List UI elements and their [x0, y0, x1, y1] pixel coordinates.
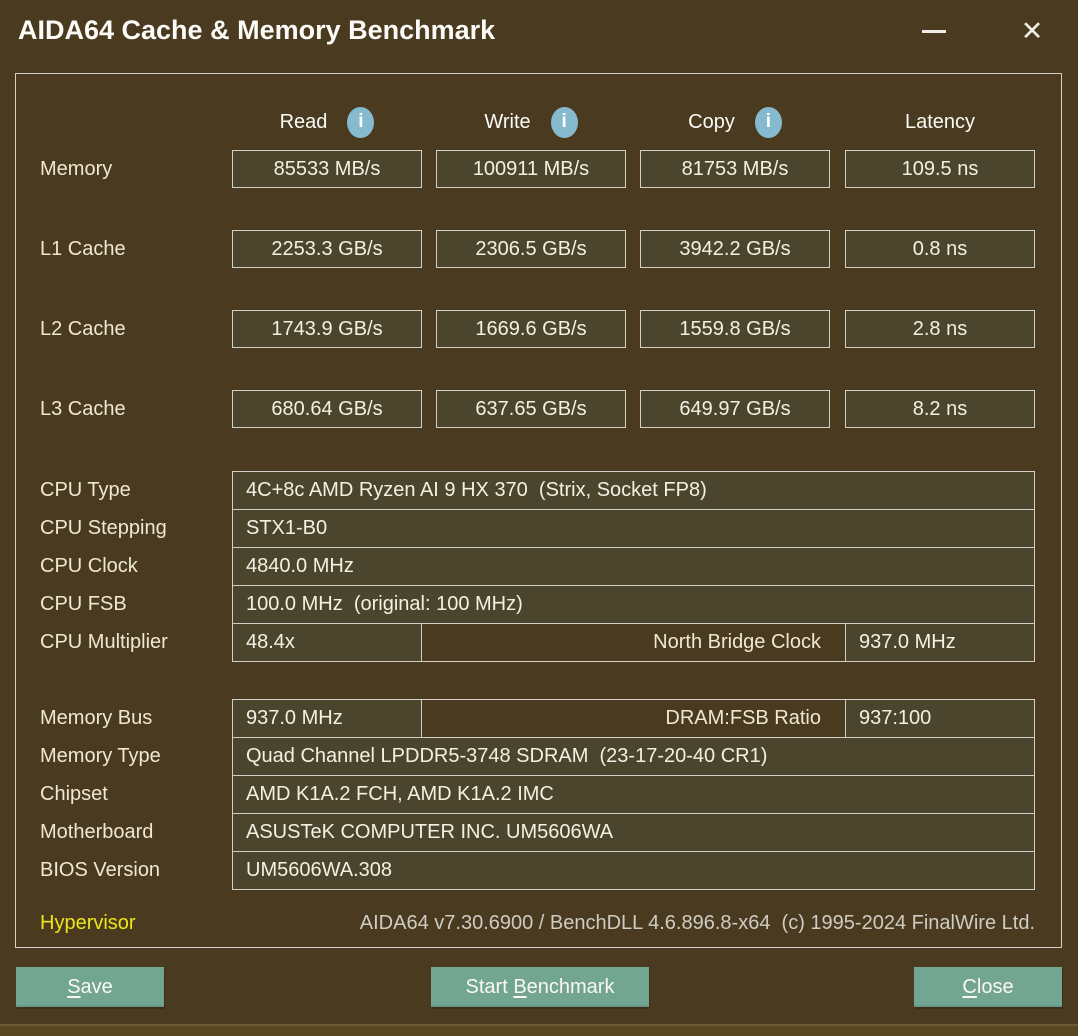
memory-type-value: Quad Channel LPDDR5-3748 SDRAM (23-17-20…	[232, 737, 1035, 776]
close-window-button[interactable]: ✕	[1004, 6, 1060, 56]
memory-type-row: Memory Type Quad Channel LPDDR5-3748 SDR…	[0, 737, 1078, 776]
column-header-read: Read i	[232, 104, 422, 140]
memory-type-label: Memory Type	[40, 745, 161, 767]
cpu-multiplier-value: 48.4x	[232, 623, 422, 662]
benchmark-row-l3: L3 Cache 680.64 GB/s 637.65 GB/s 649.97 …	[0, 390, 1078, 428]
l2-latency-value: 2.8 ns	[845, 310, 1035, 348]
l3-write-value: 637.65 GB/s	[436, 390, 626, 428]
chipset-label: Chipset	[40, 783, 108, 805]
row-label-l2: L2 Cache	[40, 318, 126, 340]
cpu-multiplier-label: CPU Multiplier	[40, 631, 168, 653]
cpu-type-label: CPU Type	[40, 479, 131, 501]
save-button-label-post: ave	[80, 975, 113, 998]
cpu-stepping-row: CPU Stepping STX1-B0	[0, 509, 1078, 548]
save-button-accelerator: S	[67, 975, 81, 998]
l3-copy-value: 649.97 GB/s	[640, 390, 830, 428]
cpu-type-value: 4C+8c AMD Ryzen AI 9 HX 370 (Strix, Sock…	[232, 471, 1035, 510]
memory-bus-value: 937.0 MHz	[232, 699, 422, 738]
close-button[interactable]: Close	[914, 967, 1062, 1007]
l1-write-value: 2306.5 GB/s	[436, 230, 626, 268]
l1-copy-value: 3942.2 GB/s	[640, 230, 830, 268]
cpu-fsb-row: CPU FSB 100.0 MHz (original: 100 MHz)	[0, 585, 1078, 624]
memory-write-value: 100911 MB/s	[436, 150, 626, 188]
benchmark-row-l2: L2 Cache 1743.9 GB/s 1669.6 GB/s 1559.8 …	[0, 310, 1078, 348]
close-icon: ✕	[1020, 15, 1044, 46]
motherboard-label: Motherboard	[40, 821, 154, 843]
copy-info-icon[interactable]: i	[754, 106, 782, 138]
write-info-icon[interactable]: i	[550, 106, 578, 138]
read-info-icon[interactable]: i	[347, 106, 375, 138]
column-header-copy: Copy i	[640, 104, 830, 140]
motherboard-value: ASUSTeK COMPUTER INC. UM5606WA	[232, 813, 1035, 852]
title-bar: AIDA64 Cache & Memory Benchmark ✕	[0, 0, 1078, 62]
l3-read-value: 680.64 GB/s	[232, 390, 422, 428]
copy-header-label: Copy	[688, 110, 735, 133]
latency-header-label: Latency	[904, 110, 976, 133]
motherboard-row: Motherboard ASUSTeK COMPUTER INC. UM5606…	[0, 813, 1078, 852]
l1-latency-value: 0.8 ns	[845, 230, 1035, 268]
start-benchmark-accelerator: B	[513, 975, 527, 998]
close-button-accelerator: C	[962, 975, 977, 998]
save-button[interactable]: Save	[16, 967, 164, 1007]
cpu-fsb-label: CPU FSB	[40, 593, 127, 615]
memory-copy-value: 81753 MB/s	[640, 150, 830, 188]
memory-bus-row: Memory Bus 937.0 MHz DRAM:FSB Ratio 937:…	[0, 699, 1078, 738]
l2-write-value: 1669.6 GB/s	[436, 310, 626, 348]
close-button-label-post: lose	[976, 975, 1014, 998]
version-text: AIDA64 v7.30.6900 / BenchDLL 4.6.896.8-x…	[359, 912, 1035, 934]
minimize-button[interactable]	[906, 6, 962, 56]
north-bridge-clock-label: North Bridge Clock	[421, 623, 846, 662]
cpu-stepping-value: STX1-B0	[232, 509, 1035, 548]
dram-fsb-ratio-value: 937:100	[845, 699, 1035, 738]
cpu-clock-label: CPU Clock	[40, 555, 138, 577]
l1-read-value: 2253.3 GB/s	[232, 230, 422, 268]
read-header-label: Read	[279, 110, 328, 133]
dram-fsb-ratio-label: DRAM:FSB Ratio	[421, 699, 846, 738]
cpu-stepping-label: CPU Stepping	[40, 517, 167, 539]
column-header-latency: Latency	[845, 104, 1035, 140]
window-title: AIDA64 Cache & Memory Benchmark	[18, 15, 496, 45]
l2-copy-value: 1559.8 GB/s	[640, 310, 830, 348]
bios-version-row: BIOS Version UM5606WA.308	[0, 851, 1078, 890]
row-label-l3: L3 Cache	[40, 398, 126, 420]
cpu-clock-row: CPU Clock 4840.0 MHz	[0, 547, 1078, 586]
bios-version-value: UM5606WA.308	[232, 851, 1035, 890]
minimize-icon	[922, 29, 946, 33]
l3-latency-value: 8.2 ns	[845, 390, 1035, 428]
row-label-memory: Memory	[40, 158, 113, 180]
window-bottom-edge	[0, 1024, 1078, 1036]
cpu-fsb-value: 100.0 MHz (original: 100 MHz)	[232, 585, 1035, 624]
column-header-write: Write i	[436, 104, 626, 140]
write-header-label: Write	[484, 110, 531, 133]
start-benchmark-button[interactable]: Start Benchmark	[431, 967, 649, 1007]
hypervisor-label: Hypervisor	[40, 912, 136, 934]
cpu-clock-value: 4840.0 MHz	[232, 547, 1035, 586]
memory-read-value: 85533 MB/s	[232, 150, 422, 188]
benchmark-row-memory: Memory 85533 MB/s 100911 MB/s 81753 MB/s…	[0, 150, 1078, 188]
bios-version-label: BIOS Version	[40, 859, 161, 881]
start-benchmark-label-post: enchmark	[526, 975, 615, 998]
memory-latency-value: 109.5 ns	[845, 150, 1035, 188]
l2-read-value: 1743.9 GB/s	[232, 310, 422, 348]
memory-bus-label: Memory Bus	[40, 707, 153, 729]
north-bridge-clock-value: 937.0 MHz	[845, 623, 1035, 662]
chipset-row: Chipset AMD K1A.2 FCH, AMD K1A.2 IMC	[0, 775, 1078, 814]
cpu-type-row: CPU Type 4C+8c AMD Ryzen AI 9 HX 370 (St…	[0, 471, 1078, 510]
row-label-l1: L1 Cache	[40, 238, 126, 260]
start-benchmark-label-pre: Start	[465, 975, 514, 998]
chipset-value: AMD K1A.2 FCH, AMD K1A.2 IMC	[232, 775, 1035, 814]
cpu-multiplier-row: CPU Multiplier 48.4x North Bridge Clock …	[0, 623, 1078, 662]
benchmark-row-l1: L1 Cache 2253.3 GB/s 2306.5 GB/s 3942.2 …	[0, 230, 1078, 268]
